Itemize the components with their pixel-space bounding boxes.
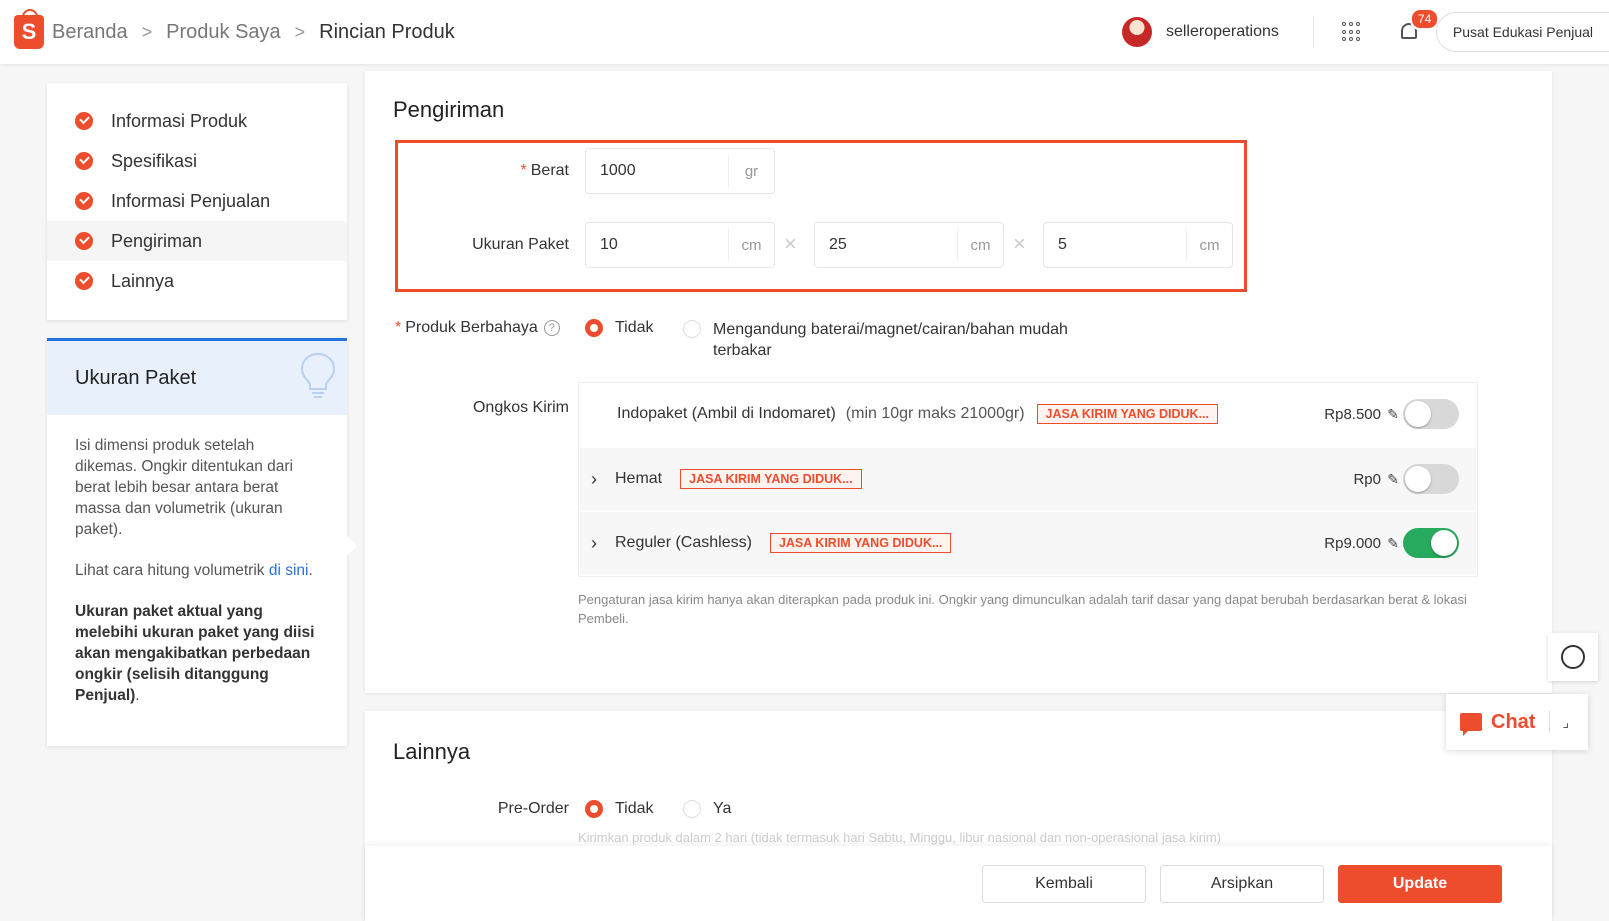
preferred-courier-tag: JASA KIRIM YANG DIDUK... [680, 469, 862, 489]
breadcrumb-home[interactable]: Beranda [52, 21, 128, 44]
nav-item-others[interactable]: Lainnya [47, 261, 347, 301]
preferred-courier-tag: JASA KIRIM YANG DIDUK... [1036, 404, 1218, 424]
nav-item-shipping[interactable]: Pengiriman [47, 221, 347, 261]
breadcrumb-current: Rincian Produk [319, 20, 455, 43]
chevron-right-icon[interactable]: › [591, 469, 609, 490]
dangerous-yes-radio[interactable]: Mengandung baterai/magnet/cairan/bahan m… [683, 319, 1068, 361]
multiply-icon: × [1013, 231, 1026, 256]
preorder-no-radio[interactable]: Tidak [585, 800, 654, 818]
preorder-yes-radio[interactable]: Ya [683, 800, 731, 818]
courier-list: Indopaket (Ambil di Indomaret) (min 10gr… [578, 382, 1478, 577]
check-circle-icon [75, 272, 93, 290]
seller-education-button[interactable]: Pusat Edukasi Penjual [1435, 12, 1609, 52]
preorder-note: Kirimkan produk dalam 2 hari (tidak term… [578, 830, 1222, 845]
breadcrumb-separator-icon: > [141, 21, 153, 42]
dangerous-no-radio[interactable]: Tidak [585, 319, 654, 337]
nav-item-product-info[interactable]: Informasi Produk [47, 101, 347, 141]
weight-input[interactable]: 1000 gr [585, 148, 775, 194]
nav-item-sales-info[interactable]: Informasi Penjualan [47, 181, 347, 221]
edit-pencil-icon[interactable]: ✎ [1387, 471, 1399, 488]
courier-price: Rp9.000 [1324, 534, 1381, 552]
check-circle-icon [75, 112, 93, 130]
action-footer: Kembali Arsipkan Update [365, 846, 1552, 921]
update-button[interactable]: Update [1338, 865, 1502, 903]
length-input[interactable]: 10 cm [585, 222, 775, 268]
chat-label: Chat [1491, 710, 1536, 733]
courier-price: Rp0 [1353, 470, 1381, 488]
archive-button[interactable]: Arsipkan [1160, 865, 1324, 903]
breadcrumb-separator-icon: > [294, 21, 306, 42]
support-button[interactable] [1548, 633, 1598, 681]
top-header: S Beranda > Produk Saya > Rincian Produk… [0, 0, 1609, 64]
edit-pencil-icon[interactable]: ✎ [1387, 406, 1399, 423]
preferred-courier-tag: JASA KIRIM YANG DIDUK... [769, 533, 952, 553]
section-title: Lainnya [393, 739, 471, 764]
weight-label: * Berat [520, 162, 569, 179]
dangerous-goods-label: * Produk Berbahaya? [395, 319, 560, 337]
courier-row-indopaket[interactable]: Indopaket (Ambil di Indomaret) (min 10gr… [579, 383, 1477, 445]
tip-text: Isi dimensi produk setelah dikemas. Ongk… [75, 437, 293, 538]
headset-icon [1561, 645, 1585, 669]
courier-row-hemat[interactable]: › Hemat JASA KIRIM YANG DIDUK... Rp0 ✎ [579, 448, 1477, 510]
section-navigation: Informasi Produk Spesifikasi Informasi P… [47, 83, 347, 320]
package-size-label: Ukuran Paket [472, 236, 569, 253]
tip-warning-text: Ukuran paket aktual yang melebihi ukuran… [75, 603, 315, 704]
breadcrumb: Beranda > Produk Saya > Rincian Produk [52, 21, 455, 44]
username[interactable]: selleroperations [1166, 23, 1279, 41]
courier-toggle[interactable] [1403, 399, 1459, 429]
multiply-icon: × [784, 231, 797, 256]
avatar[interactable] [1121, 17, 1152, 47]
courier-toggle[interactable] [1403, 528, 1459, 558]
courier-toggle[interactable] [1403, 464, 1459, 494]
shipping-fee-label: Ongkos Kirim [472, 399, 569, 416]
shopee-logo-icon[interactable]: S [14, 9, 44, 49]
width-input[interactable]: 25 cm [814, 222, 1004, 268]
back-button[interactable]: Kembali [982, 865, 1146, 903]
check-circle-icon [75, 192, 93, 210]
notification-bell-icon[interactable]: 74 [1398, 8, 1440, 44]
courier-row-reguler[interactable]: › Reguler (Cashless) JASA KIRIM YANG DID… [579, 512, 1477, 574]
nav-item-specification[interactable]: Spesifikasi [47, 141, 347, 181]
expand-icon[interactable]: ⌟ [1562, 714, 1569, 731]
tip-title: Ukuran Paket [75, 366, 197, 389]
check-circle-icon [75, 152, 93, 170]
section-title: Pengiriman [393, 97, 505, 122]
chat-widget[interactable]: Chat ⌟ [1446, 694, 1588, 750]
volumetric-help-link[interactable]: di sini [269, 562, 309, 579]
package-size-tip-card: Ukuran Paket Isi dimensi produk setelah … [47, 338, 357, 746]
divider [1312, 16, 1314, 48]
breadcrumb-products[interactable]: Produk Saya [166, 21, 281, 44]
shipping-note: Pengaturan jasa kirim hanya akan diterap… [578, 592, 1467, 626]
courier-price: Rp8.500 [1324, 405, 1381, 423]
edit-pencil-icon[interactable]: ✎ [1387, 535, 1399, 552]
help-circle-icon[interactable]: ? [543, 320, 560, 336]
lightbulb-icon [300, 352, 336, 398]
preorder-label: Pre-Order [497, 800, 569, 817]
check-circle-icon [75, 232, 93, 250]
notification-count-badge: 74 [1409, 8, 1440, 30]
height-input[interactable]: 5 cm [1043, 222, 1233, 268]
chat-bubble-icon [1460, 713, 1482, 736]
apps-grid-icon[interactable] [1341, 22, 1362, 42]
shipping-section: Pengiriman * Berat 1000 gr Ukuran Paket 1… [365, 71, 1552, 693]
chevron-right-icon[interactable]: › [591, 533, 609, 554]
